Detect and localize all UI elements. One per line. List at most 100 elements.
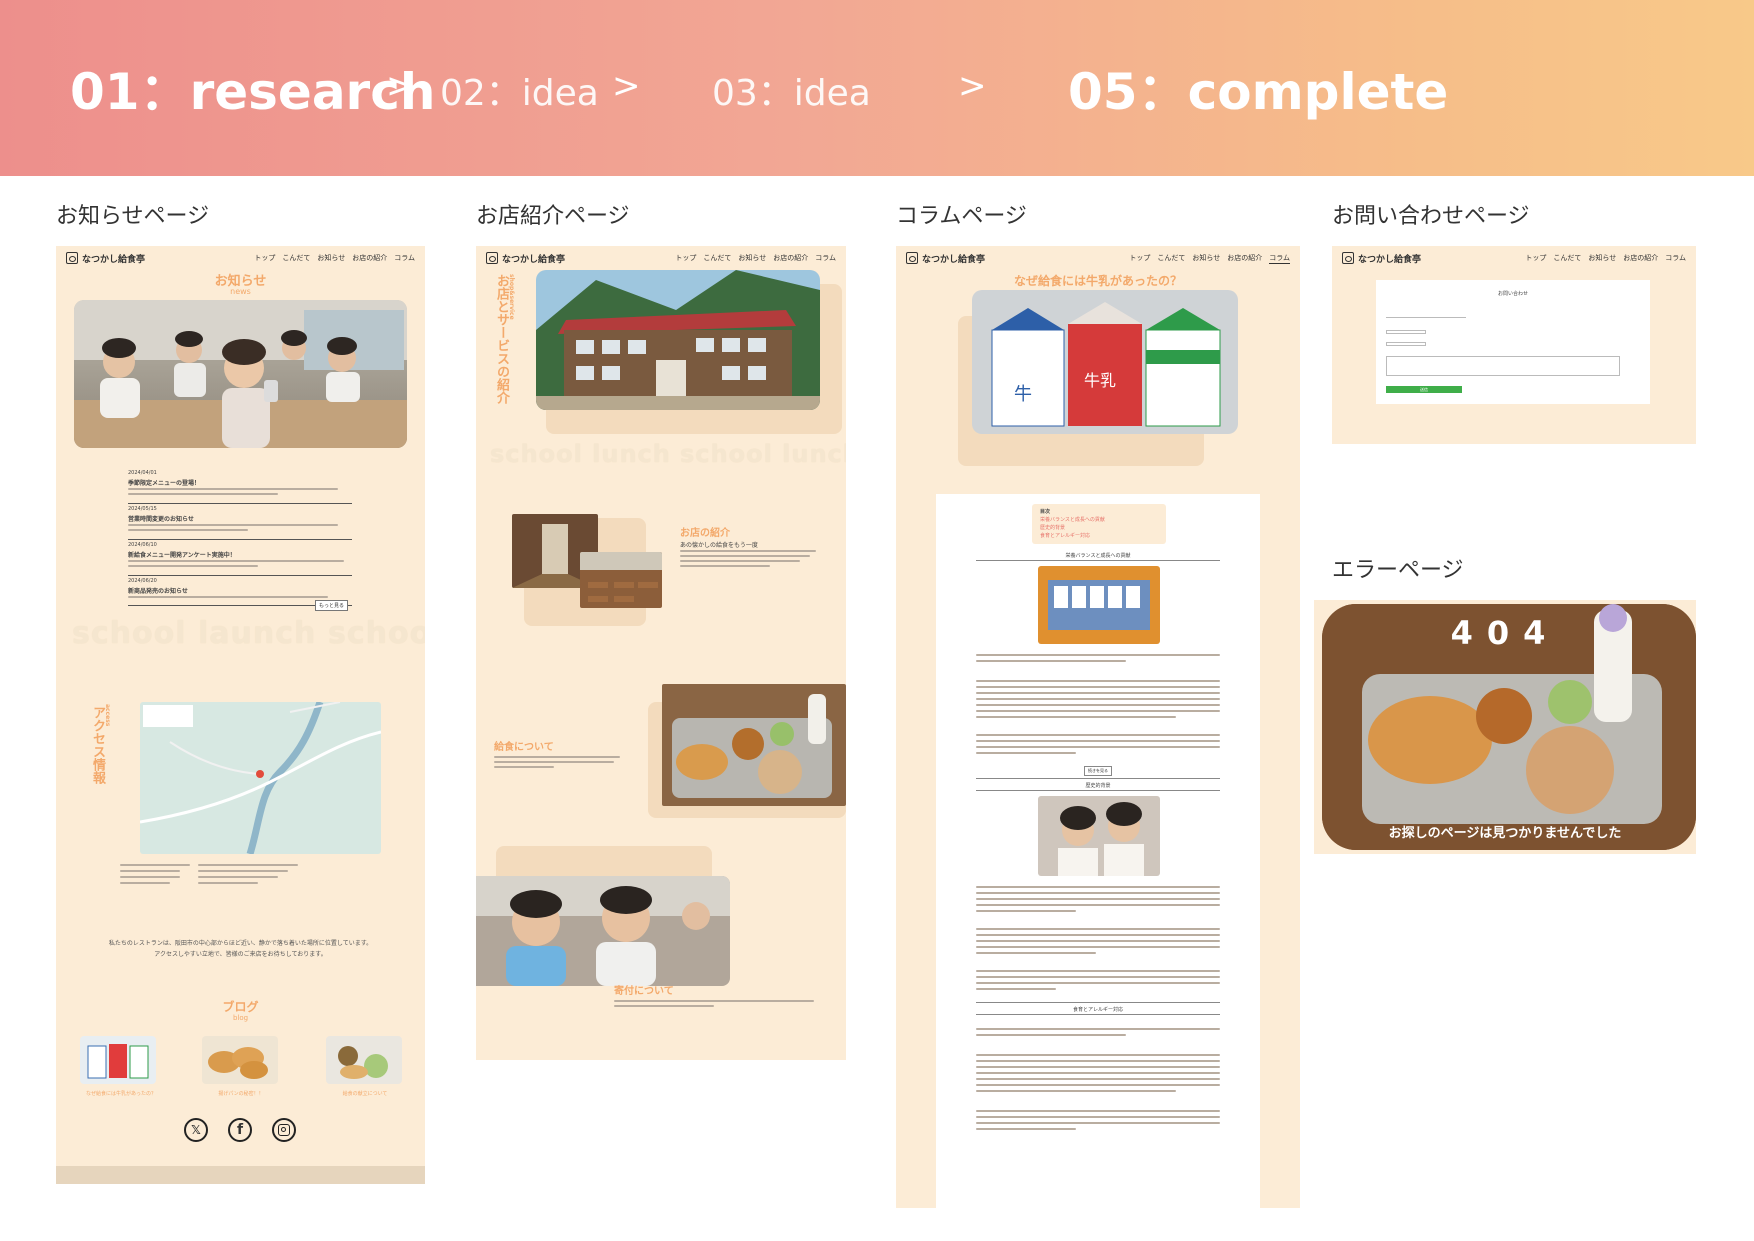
section-heading: 栄養バランスと成長への貢献	[1065, 553, 1131, 559]
news-date: 2024/06/20	[128, 578, 157, 584]
contact-form: お問い合わせ 送信	[1376, 280, 1650, 404]
pot-icon	[906, 252, 918, 264]
access-map[interactable]	[140, 702, 381, 854]
blog-caption[interactable]: 揚げパンの秘密！！	[194, 1090, 288, 1097]
nav-shop[interactable]: お店の紹介	[1623, 253, 1658, 263]
toc-item[interactable]: 栄養バランスと成長への貢献	[1040, 516, 1105, 523]
news-item[interactable]: 2024/06/10 新給食メニュー開発アンケート実施中！	[128, 542, 352, 578]
x-icon[interactable]: 𝕏	[184, 1118, 208, 1142]
news-page-title: お知らせページ	[56, 204, 210, 229]
toc-item[interactable]: 歴史的背景	[1040, 524, 1065, 531]
facebook-icon[interactable]: f	[228, 1118, 252, 1142]
toc-item[interactable]: 食育とアレルギー対応	[1040, 532, 1090, 539]
nav-news[interactable]: お知らせ	[317, 253, 345, 263]
step-complete: 05：complete	[1068, 63, 1449, 121]
news-date: 2024/06/10	[128, 542, 157, 548]
nav-menu[interactable]: こんだて	[703, 253, 731, 263]
milk-crate-photo	[1038, 566, 1160, 644]
logo-text: なつかし給食亭	[1358, 254, 1422, 265]
step-research: 01：research	[70, 63, 436, 121]
kids-eating-photo	[476, 876, 730, 986]
nav-menu[interactable]: こんだて	[282, 253, 310, 263]
nav-column[interactable]: コラム	[815, 253, 836, 263]
category-select[interactable]	[1386, 342, 1426, 346]
mini-nav: なつかし給食亭 トップ こんだて お知らせ お店の紹介 コラム	[896, 246, 1300, 270]
intro-text-1: 私たちのレストランは、阪田市の中心部からほど近い、静かで落ち着いた場所に位置して…	[108, 940, 373, 947]
nav-menu[interactable]: こんだて	[1553, 253, 1581, 263]
more-button[interactable]: もっと見る	[314, 600, 348, 611]
girls-drinking-photo	[1038, 796, 1160, 876]
instagram-icon[interactable]	[272, 1118, 296, 1142]
blog-thumb-milk[interactable]	[80, 1036, 156, 1084]
news-page-mock: なつかし給食亭 トップ こんだて お知らせ お店の紹介 コラム お知らせ new…	[56, 246, 425, 1184]
classroom-interior-photo	[580, 552, 662, 608]
message-textarea[interactable]	[1386, 356, 1620, 376]
step-arrow: >	[958, 66, 987, 106]
blog-caption[interactable]: 給食の献立について	[318, 1090, 412, 1097]
nav-links: トップ こんだて お知らせ お店の紹介 コラム	[1129, 253, 1290, 264]
bread-image	[208, 1047, 268, 1079]
submit-button[interactable]: 送信	[1386, 386, 1462, 393]
article-body: 目次 栄養バランスと成長への貢献 歴史的背景 食育とアレルギー対応 栄養バランス…	[936, 494, 1260, 1208]
nav-top[interactable]: トップ	[1129, 253, 1150, 264]
error-page-mock: 404 お探しのページは見つかりませんでした	[1314, 600, 1696, 854]
map-image	[140, 702, 381, 854]
nav-column[interactable]: コラム	[1665, 253, 1686, 263]
blog-heading: ブログ	[222, 1000, 259, 1014]
news-item[interactable]: 2024/04/01 季節限定メニューの登場！	[128, 470, 352, 506]
meal-image	[338, 1046, 388, 1079]
nav-shop[interactable]: お店の紹介	[1227, 253, 1262, 264]
nav-column[interactable]: コラム	[394, 253, 415, 263]
site-logo[interactable]: なつかし給食亭	[1342, 252, 1421, 265]
section-heading: 食育とアレルギー対応	[1072, 1007, 1123, 1013]
site-logo[interactable]: なつかし給食亭	[906, 252, 985, 265]
nav-column[interactable]: コラム	[1269, 253, 1290, 264]
column-page-mock: なつかし給食亭 トップ こんだて お知らせ お店の紹介 コラム なぜ給食には牛乳…	[896, 246, 1300, 1208]
news-item[interactable]: 2024/05/15 営業時間変更のお知らせ	[128, 506, 352, 542]
error-page-title: エラーページ	[1332, 558, 1464, 583]
nav-menu[interactable]: こんだて	[1157, 253, 1185, 264]
ghost-text: school launch	[72, 616, 317, 651]
school-building-photo	[536, 270, 820, 410]
nav-shop[interactable]: お店の紹介	[773, 253, 808, 263]
section-heading: 歴史的背景	[1085, 783, 1111, 789]
shop-page-title: お店紹介ページ	[476, 204, 630, 229]
news-title: 営業時間変更のお知らせ	[128, 516, 194, 523]
site-logo[interactable]: なつかし給食亭	[66, 252, 145, 265]
intro-text-2: アクセスしやすい立地で、皆様のご来店をお待ちしております。	[154, 951, 327, 958]
nav-links: トップ こんだて お知らせ お店の紹介 コラム	[1525, 253, 1686, 263]
name-field[interactable]	[1386, 314, 1466, 318]
nav-links: トップ こんだて お知らせ お店の紹介 コラム	[254, 253, 415, 263]
nav-news[interactable]: お知らせ	[1192, 253, 1220, 264]
shop-vertical-subheading: shop&service	[508, 274, 515, 320]
nav-news[interactable]: お知らせ	[1588, 253, 1616, 263]
blog-thumb-bread[interactable]	[202, 1036, 278, 1084]
mini-nav: なつかし給食亭 トップ こんだて お知らせ お店の紹介 コラム	[476, 246, 846, 270]
email-field[interactable]	[1386, 330, 1426, 334]
logo-text: なつかし給食亭	[82, 254, 146, 265]
nav-top[interactable]: トップ	[1525, 253, 1546, 263]
contact-page-mock: なつかし給食亭 トップ こんだて お知らせ お店の紹介 コラム お問い合わせ 送…	[1332, 246, 1696, 444]
blog-thumb-meal[interactable]	[326, 1036, 402, 1084]
mini-nav: なつかし給食亭 トップ こんだて お知らせ お店の紹介 コラム	[1332, 246, 1696, 270]
news-title: 新商品発売のお知らせ	[128, 588, 188, 595]
step-arrow: >	[612, 66, 641, 106]
toc-title: 目次	[1040, 509, 1051, 515]
read-more-button[interactable]: 続きを見る	[1084, 766, 1112, 776]
news-subheading: news	[230, 287, 251, 296]
classroom-interior-image	[580, 552, 662, 602]
step-idea-2: 03：idea	[712, 73, 871, 114]
site-logo[interactable]: なつかし給食亭	[486, 252, 565, 265]
nav-top[interactable]: トップ	[675, 253, 696, 263]
svg-text:牛乳: 牛乳	[1084, 371, 1116, 390]
logo-text: なつかし給食亭	[922, 254, 986, 265]
svg-text:牛: 牛	[1014, 384, 1032, 405]
access-subheading: access	[104, 704, 111, 727]
ghost-text: schoo	[328, 616, 425, 651]
kids-eating-image	[476, 876, 730, 986]
nav-top[interactable]: トップ	[254, 253, 275, 263]
nav-shop[interactable]: お店の紹介	[352, 253, 387, 263]
blog-caption[interactable]: なぜ給食には牛乳があったの？	[74, 1090, 168, 1097]
table-of-contents: 目次 栄養バランスと成長への貢献 歴史的背景 食育とアレルギー対応	[1032, 504, 1166, 544]
nav-news[interactable]: お知らせ	[738, 253, 766, 263]
